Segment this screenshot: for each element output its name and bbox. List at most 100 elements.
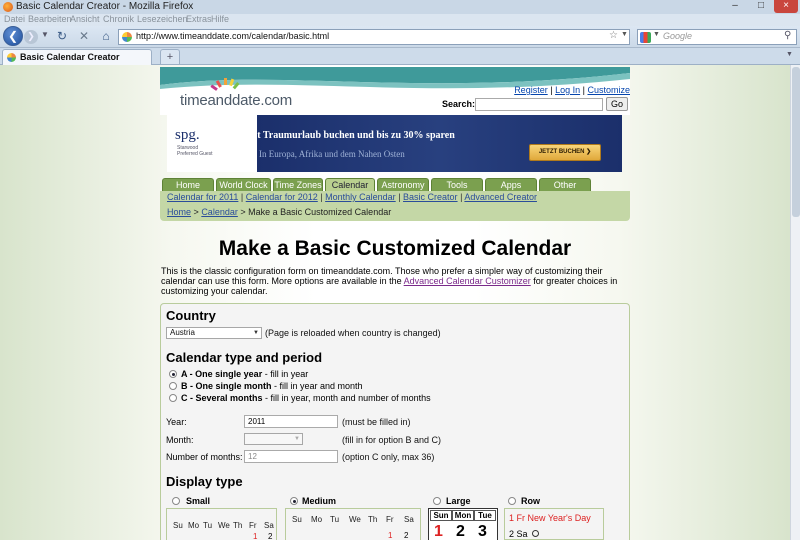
nav-tab-other[interactable]: Other bbox=[539, 178, 591, 191]
menu-datei[interactable]: Datei bbox=[4, 14, 25, 24]
display-small-label[interactable]: Small bbox=[186, 496, 210, 506]
banner-brand-sub: Starwood Preferred Guest bbox=[177, 145, 213, 157]
customize-link[interactable]: Customize bbox=[587, 85, 630, 95]
navigation-toolbar: ❮ ❯ ▼ ↻ ✕ ⌂ http://www.timeanddate.com/c… bbox=[0, 26, 800, 48]
url-dropdown-icon[interactable]: ▼ bbox=[621, 31, 628, 38]
display-row-preview[interactable]: 1 Fr New Year's Day 2 Sa bbox=[504, 508, 604, 540]
nav-tab-apps[interactable]: Apps bbox=[485, 178, 537, 191]
tab-list-icon[interactable]: ▼ bbox=[786, 51, 793, 58]
nav-tab-time-zones[interactable]: Time Zones bbox=[273, 178, 323, 191]
site-logo[interactable]: timeanddate.com bbox=[180, 92, 292, 109]
radio-display-large[interactable] bbox=[433, 497, 441, 505]
country-select[interactable]: Austria ▼ bbox=[166, 327, 262, 339]
display-medium-preview[interactable] bbox=[285, 508, 421, 540]
radio-display-row[interactable] bbox=[508, 497, 516, 505]
url-text[interactable]: http://www.timeanddate.com/calendar/basi… bbox=[136, 31, 329, 41]
nav-tab-astronomy[interactable]: Astronomy bbox=[377, 178, 429, 191]
firefox-icon bbox=[3, 2, 13, 12]
radio-display-small[interactable] bbox=[172, 497, 180, 505]
register-link[interactable]: Register bbox=[514, 85, 548, 95]
option-c-label[interactable]: C - Several months - fill in year, month… bbox=[181, 393, 431, 403]
year-input[interactable]: 2011 bbox=[244, 415, 338, 428]
tab-basic-calendar-creator[interactable]: Basic Calendar Creator bbox=[2, 49, 152, 65]
display-row-label[interactable]: Row bbox=[521, 496, 540, 506]
tab-favicon-icon bbox=[7, 53, 16, 62]
ad-banner[interactable]: spg. Starwood Preferred Guest Jetzt Trau… bbox=[167, 115, 622, 172]
search-engine-dropdown-icon[interactable]: ▼ bbox=[653, 31, 660, 38]
url-bar[interactable]: http://www.timeanddate.com/calendar/basi… bbox=[118, 29, 630, 45]
circle-icon bbox=[532, 530, 539, 537]
menu-hilfe[interactable]: Hilfe bbox=[211, 14, 229, 24]
forward-button[interactable]: ❯ bbox=[24, 30, 38, 44]
country-note: (Page is reloaded when country is change… bbox=[265, 328, 441, 338]
breadcrumb: Home > Calendar > Make a Basic Customize… bbox=[167, 207, 392, 217]
link-calendar-2011[interactable]: Calendar for 2011 bbox=[167, 192, 238, 202]
google-icon[interactable] bbox=[640, 32, 651, 43]
menu-bar: Datei Bearbeiten Ansicht Chronik Lesezei… bbox=[0, 14, 800, 26]
close-window-button[interactable]: × bbox=[774, 0, 798, 13]
advanced-customizer-link[interactable]: Advanced Calendar Customizer bbox=[404, 276, 531, 286]
vertical-scrollbar[interactable] bbox=[790, 65, 800, 540]
menu-extras[interactable]: Extras bbox=[186, 14, 212, 24]
nav-tab-home[interactable]: Home bbox=[162, 178, 214, 191]
arrow-left-icon: ❮ bbox=[7, 29, 19, 43]
breadcrumb-calendar[interactable]: Calendar bbox=[201, 207, 238, 217]
nav-tab-tools[interactable]: Tools bbox=[431, 178, 483, 191]
bookmark-star-icon[interactable]: ☆ bbox=[609, 30, 618, 41]
calendar-subnav: Calendar for 2011 | Calendar for 2012 | … bbox=[160, 191, 630, 221]
menu-bearbeiten[interactable]: Bearbeiten bbox=[28, 14, 72, 24]
nav-tab-calendar[interactable]: Calendar bbox=[325, 178, 375, 191]
window-titlebar: Basic Calendar Creator - Mozilla Firefox… bbox=[0, 0, 800, 14]
radio-option-b[interactable] bbox=[169, 382, 177, 390]
chevron-down-icon: ▼ bbox=[253, 330, 259, 336]
history-dropdown-icon[interactable]: ▼ bbox=[41, 30, 49, 39]
magnifier-icon[interactable]: ⚲ bbox=[784, 30, 791, 41]
link-monthly-calendar[interactable]: Monthly Calendar bbox=[325, 192, 396, 202]
window-title: Basic Calendar Creator - Mozilla Firefox bbox=[16, 1, 194, 12]
home-icon[interactable]: ⌂ bbox=[98, 29, 114, 45]
radio-option-a[interactable] bbox=[169, 370, 177, 378]
intro-paragraph: This is the classic configuration form o… bbox=[161, 266, 618, 296]
search-bar[interactable]: ▼ Google ⚲ bbox=[637, 29, 797, 45]
link-calendar-2012[interactable]: Calendar for 2012 bbox=[246, 192, 318, 202]
chevron-down-icon: ▼ bbox=[294, 436, 300, 442]
display-medium-label[interactable]: Medium bbox=[302, 496, 336, 506]
option-a-label[interactable]: A - One single year - fill in year bbox=[181, 369, 308, 379]
country-heading: Country bbox=[166, 308, 216, 323]
new-tab-button[interactable]: + bbox=[160, 49, 180, 64]
scrollbar-thumb[interactable] bbox=[792, 67, 800, 217]
radio-display-medium[interactable] bbox=[290, 497, 298, 505]
option-b-label[interactable]: B - One single month - fill in year and … bbox=[181, 381, 363, 391]
banner-brand: spg. bbox=[175, 127, 200, 143]
breadcrumb-home[interactable]: Home bbox=[167, 207, 191, 217]
nav-tab-world-clock[interactable]: World Clock bbox=[216, 178, 271, 191]
menu-ansicht[interactable]: Ansicht bbox=[70, 14, 100, 24]
login-link[interactable]: Log In bbox=[555, 85, 580, 95]
site-search-go-button[interactable]: Go bbox=[606, 97, 628, 111]
calendar-form: Country Austria ▼ (Page is reloaded when… bbox=[160, 303, 630, 540]
radio-option-c[interactable] bbox=[169, 394, 177, 402]
menu-lesezeichen[interactable]: Lesezeichen bbox=[137, 14, 188, 24]
stop-icon[interactable]: ✕ bbox=[76, 29, 92, 45]
month-note: (fill in for option B and C) bbox=[342, 435, 442, 445]
search-placeholder[interactable]: Google bbox=[663, 31, 692, 41]
num-months-label: Number of months: bbox=[166, 452, 243, 462]
reload-icon[interactable]: ↻ bbox=[54, 29, 70, 45]
minimize-button[interactable]: – bbox=[722, 0, 748, 13]
link-basic-creator[interactable]: Basic Creator bbox=[403, 192, 458, 202]
menu-chronik[interactable]: Chronik bbox=[103, 14, 134, 24]
display-type-heading: Display type bbox=[166, 474, 243, 489]
maximize-button[interactable]: □ bbox=[748, 0, 774, 13]
month-select[interactable]: ▼ bbox=[244, 433, 303, 445]
display-large-preview[interactable]: Sun Mon Tue 1 2 3 bbox=[428, 508, 498, 540]
back-button[interactable]: ❮ bbox=[3, 26, 23, 46]
site-favicon-icon bbox=[122, 32, 132, 42]
arrow-right-icon: ❯ bbox=[27, 31, 35, 41]
site-search-input[interactable] bbox=[475, 98, 603, 111]
header-links: Register | Log In | Customize bbox=[514, 85, 630, 95]
banner-cta-button[interactable]: JETZT BUCHEN ❯ bbox=[529, 144, 601, 161]
link-advanced-creator[interactable]: Advanced Creator bbox=[464, 192, 537, 202]
num-months-input[interactable]: 12 bbox=[244, 450, 338, 463]
display-large-label[interactable]: Large bbox=[446, 496, 471, 506]
page-title: Make a Basic Customized Calendar bbox=[218, 237, 572, 260]
